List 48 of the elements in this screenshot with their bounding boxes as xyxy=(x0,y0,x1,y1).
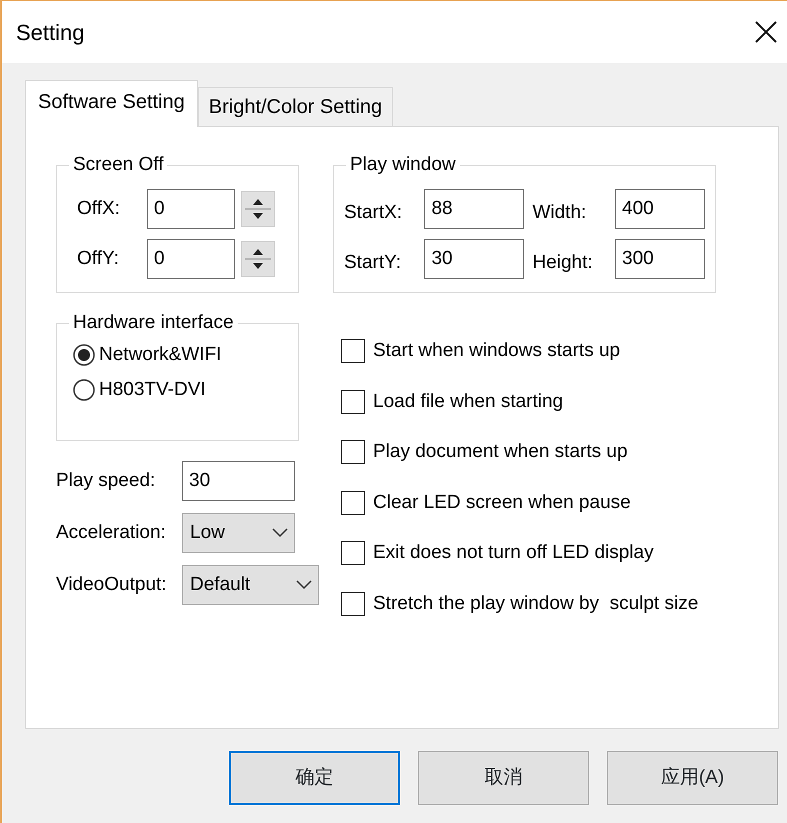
dropdown-value: Low xyxy=(190,520,225,545)
number-field[interactable]: 300 xyxy=(615,239,705,279)
option-label[interactable]: H803TV-DVI xyxy=(99,376,206,404)
checkbox[interactable] xyxy=(341,339,365,364)
number-field[interactable]: 30 xyxy=(424,239,524,279)
speed-field[interactable]: 30 xyxy=(182,461,295,501)
checkbox-label[interactable]: Stretch the play window by sculpt size xyxy=(373,590,698,618)
checkbox[interactable] xyxy=(341,592,365,616)
dialog-button[interactable]: 确定 xyxy=(229,751,400,805)
field-label: OffX: xyxy=(77,196,121,221)
field-label: OffY: xyxy=(77,246,120,271)
number-field[interactable]: 0 xyxy=(147,239,235,279)
checkbox-label[interactable]: Play document when starts up xyxy=(373,438,628,466)
field-label: StartX: xyxy=(344,200,404,225)
group-title: Play window xyxy=(346,153,460,177)
tab[interactable]: Software Setting xyxy=(25,80,198,127)
radio-button[interactable] xyxy=(73,378,95,401)
option-label[interactable]: Network&WIFI xyxy=(99,341,222,370)
dropdown[interactable]: Low xyxy=(182,513,295,553)
number-field[interactable]: 400 xyxy=(615,189,705,229)
checkbox[interactable] xyxy=(341,541,365,566)
dialog-button[interactable]: 应用(A) xyxy=(607,751,778,805)
tab[interactable]: Bright/Color Setting xyxy=(198,87,394,126)
dropdown[interactable]: Default xyxy=(182,565,319,605)
number-field[interactable]: 88 xyxy=(424,189,524,229)
dropdown-value: Default xyxy=(190,572,250,597)
checkbox-label[interactable]: Exit does not turn off LED display xyxy=(373,539,654,568)
checkbox-label[interactable]: Load file when starting xyxy=(373,388,564,416)
field-label: VideoOutput: xyxy=(56,572,168,597)
field-label: Width: xyxy=(532,200,588,225)
chevron-down-icon xyxy=(272,528,288,538)
field-label: Acceleration: xyxy=(56,520,167,545)
number-field[interactable]: 0 xyxy=(147,189,235,229)
field-label: Play speed: xyxy=(56,468,156,493)
field-label: Height: xyxy=(532,250,594,275)
checkbox-label[interactable]: Start when windows starts up xyxy=(373,337,620,366)
spinner-icon[interactable] xyxy=(241,191,275,227)
checkbox[interactable] xyxy=(341,440,365,464)
checkbox[interactable] xyxy=(341,490,365,515)
window-title: Setting xyxy=(16,18,84,47)
dialog-button[interactable]: 取消 xyxy=(418,751,589,805)
checkbox[interactable] xyxy=(341,390,365,414)
radio-button[interactable] xyxy=(73,344,95,366)
chevron-down-icon xyxy=(296,580,312,590)
close-icon[interactable] xyxy=(755,21,777,43)
spinner-icon[interactable] xyxy=(241,241,275,277)
field-label: StartY: xyxy=(344,250,402,275)
checkbox-label[interactable]: Clear LED screen when pause xyxy=(373,488,631,517)
